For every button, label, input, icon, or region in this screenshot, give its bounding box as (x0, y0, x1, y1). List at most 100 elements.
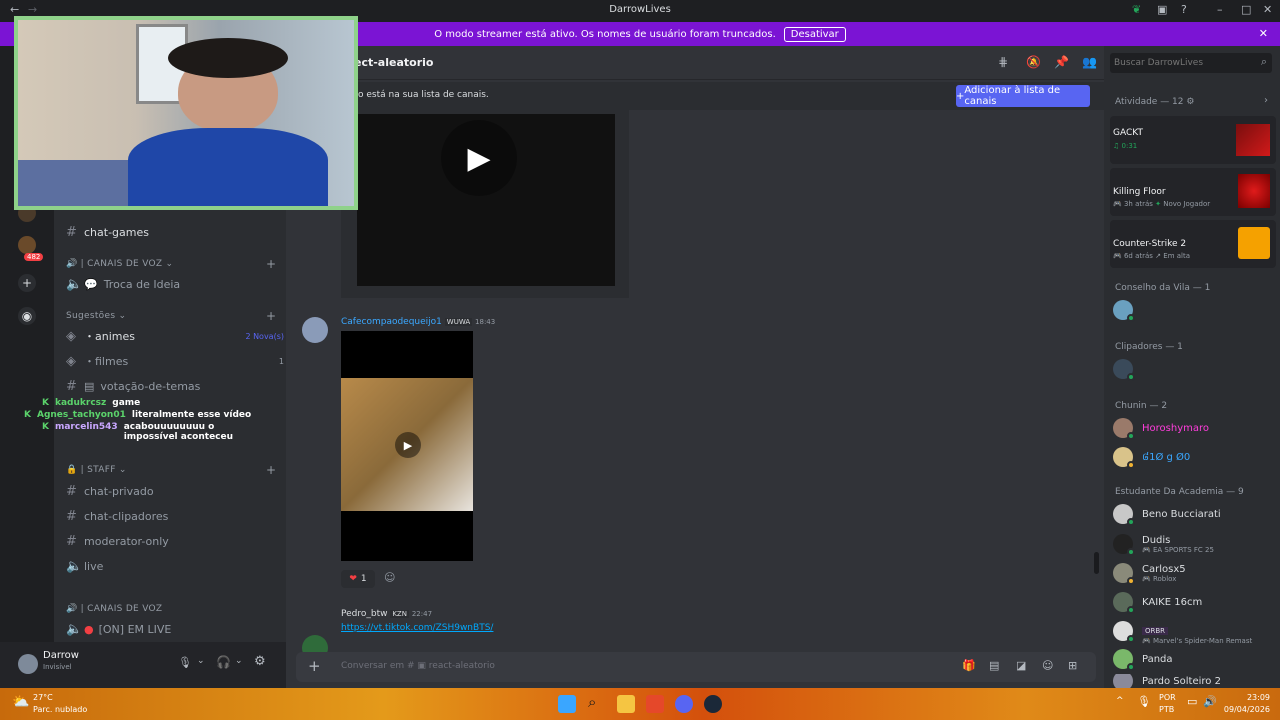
close-banner-icon[interactable]: ✕ (1259, 27, 1268, 40)
clock-date[interactable]: 09/04/2026 (1222, 705, 1270, 714)
reaction[interactable]: ❤ 1 (341, 570, 375, 588)
emoji-icon[interactable]: ☺ (1042, 659, 1053, 672)
member-item[interactable]: Dudis 🎮 EA SPORTS FC 25 (1113, 531, 1277, 557)
sticker-icon[interactable]: ◪ (1016, 659, 1026, 672)
activity-card[interactable]: GACKT ♫ 0:31 (1110, 116, 1276, 164)
member-item[interactable]: Pardo Solteiro 2 (1113, 674, 1277, 688)
network-icon[interactable]: ▭ (1187, 695, 1197, 708)
category-sugestoes[interactable]: Sugestões ⌄ (66, 311, 126, 321)
microphone-tray-icon[interactable]: 🎙 (1137, 695, 1151, 708)
add-channel-icon[interactable]: + (266, 257, 276, 271)
maximize-icon[interactable]: □ (1241, 3, 1251, 16)
brave-browser-icon[interactable] (646, 695, 664, 713)
member-item[interactable]: Horoshymaro (1113, 415, 1277, 441)
activity-card[interactable]: Counter-Strike 2 🎮 6d atrás ↗ Em alta (1110, 220, 1276, 268)
channel-chat-clipadores[interactable]: # chat-clipadores (66, 505, 284, 527)
member-item[interactable]: ៨1Ø g Ø0 (1113, 444, 1277, 470)
windows-start-icon[interactable] (558, 695, 576, 713)
chevron-down-icon[interactable]: ⌄ (197, 656, 205, 666)
keyboard-layout-label[interactable]: PTB (1159, 705, 1174, 714)
chevron-down-icon[interactable]: ⌄ (235, 656, 243, 666)
channel-moderator-only[interactable]: # moderator-only (66, 530, 284, 552)
forward-arrow-icon[interactable]: → (28, 3, 37, 16)
help-icon[interactable]: ? (1181, 3, 1187, 16)
member-name: Panda (1142, 653, 1173, 665)
chevron-up-icon[interactable]: ^ (1116, 696, 1124, 706)
scrollbar-thumb[interactable] (1094, 552, 1099, 574)
member-item[interactable]: ORBR 🎮 Marvel's Spider-Man Remast (1113, 618, 1277, 645)
member-list-icon[interactable]: 👥 (1082, 55, 1097, 69)
message-time: 18:43 (475, 318, 496, 326)
apps-icon[interactable]: ⊞ (1068, 659, 1077, 672)
discover-icon[interactable]: ◉ (18, 307, 36, 325)
member-item[interactable]: KAIKE 16cm (1113, 589, 1277, 615)
add-channel-icon[interactable]: + (266, 463, 276, 477)
message-input[interactable]: Conversar em # ▣ react-aleatorio (341, 661, 495, 671)
minimize-icon[interactable]: – (1217, 3, 1223, 16)
category-staff[interactable]: 🔒 | STAFF ⌄ (66, 465, 127, 475)
member-item[interactable] (1113, 297, 1277, 323)
activity-card[interactable]: Killing Floor 🎮 3h atrás ✦ Novo Jogador (1110, 168, 1276, 216)
video-embed[interactable]: ▶ (341, 331, 473, 561)
leaf-icon[interactable]: ❦ (1132, 3, 1141, 16)
clock-time[interactable]: 23:09 (1232, 693, 1270, 702)
avatar (1113, 534, 1135, 556)
activity-game: Counter-Strike 2 (1113, 239, 1187, 249)
disable-streamer-button[interactable]: Desativar (783, 26, 846, 42)
video-embed[interactable]: ▶ (341, 110, 629, 298)
threads-icon[interactable]: ⋕ (998, 55, 1008, 69)
weather-temp: 27°C (33, 693, 53, 702)
search-input[interactable] (1114, 56, 1250, 70)
member-item[interactable]: Carlosx5 🎮 Roblox (1113, 560, 1277, 586)
add-attachment-icon[interactable]: + (308, 657, 321, 675)
channel-live[interactable]: 🔈 live (66, 555, 284, 577)
back-arrow-icon[interactable]: ← (10, 3, 19, 16)
gift-icon[interactable]: 🎁 (962, 659, 976, 672)
gif-icon[interactable]: ▤ (989, 659, 999, 672)
volume-icon[interactable]: 🔊 (1203, 695, 1217, 708)
add-server-icon[interactable]: + (18, 274, 36, 292)
add-channel-icon[interactable]: + (266, 309, 276, 323)
message-author[interactable]: Pedro_btw (341, 609, 387, 619)
avatar[interactable] (18, 654, 38, 674)
play-icon[interactable]: ▶ (395, 432, 421, 458)
chevron-right-icon[interactable]: › (1264, 95, 1268, 106)
channel-animes[interactable]: ◈ ・animes 2 Nova(s) (66, 325, 284, 347)
language-label[interactable]: POR (1159, 693, 1176, 702)
microphone-icon[interactable]: 🎙 (178, 656, 192, 669)
weather-icon[interactable]: ⛅ (12, 694, 29, 710)
message-link[interactable]: https://vt.tiktok.com/ZSH9wnBTS/ (341, 623, 493, 633)
play-icon[interactable]: ▶ (441, 120, 517, 196)
headphones-icon[interactable]: 🎧 (216, 655, 231, 669)
member-item[interactable]: Panda (1113, 646, 1277, 672)
add-to-channel-list-button[interactable]: + Adicionar à lista de canais (956, 85, 1090, 107)
mute-bell-icon[interactable]: 🔕 (1026, 55, 1041, 69)
discord-icon[interactable] (675, 695, 693, 713)
inbox-icon[interactable]: ▣ (1157, 3, 1167, 16)
channel-filmes[interactable]: ◈ ・filmes 1 (66, 350, 284, 372)
channel-on-em-live[interactable]: 🔈 ● [ON] EM LIVE (66, 618, 284, 640)
category-voice-2[interactable]: 🔊 | CANAIS DE VOZ (66, 604, 162, 614)
channel-votacao-de-temas[interactable]: # ▤ votação-de-temas (66, 375, 284, 397)
channel-troca-de-ideia[interactable]: 🔈 💬 Troca de Ideia (66, 273, 284, 295)
steam-icon[interactable] (704, 695, 722, 713)
add-reaction-icon[interactable]: ☺ (384, 571, 395, 584)
channel-label: ・animes (84, 330, 135, 343)
activity-header[interactable]: Atividade — 12 ⚙ (1115, 97, 1194, 107)
avatar[interactable] (302, 317, 328, 343)
controller-icon: 🎮 (1142, 636, 1153, 645)
channel-chat-games[interactable]: # chat-games (66, 221, 284, 243)
channel-chat-privado[interactable]: # chat-privado (66, 480, 284, 502)
channel-label: live (84, 559, 104, 573)
member-item[interactable]: Beno Bucciarati (1113, 501, 1277, 527)
close-window-icon[interactable]: ✕ (1263, 3, 1272, 16)
file-explorer-icon[interactable] (617, 695, 635, 713)
message-author[interactable]: Cafecompaodequeijo1 (341, 317, 442, 327)
search-taskbar-icon[interactable]: ⌕ (588, 693, 596, 711)
search-box[interactable]: ⌕ (1110, 53, 1272, 73)
category-voice[interactable]: 🔊 | CANAIS DE VOZ ⌄ (66, 259, 173, 269)
settings-icon[interactable]: ⚙ (254, 654, 266, 669)
member-item[interactable] (1113, 356, 1277, 382)
server-icon[interactable] (18, 236, 36, 254)
pin-icon[interactable]: 📌 (1054, 55, 1069, 69)
